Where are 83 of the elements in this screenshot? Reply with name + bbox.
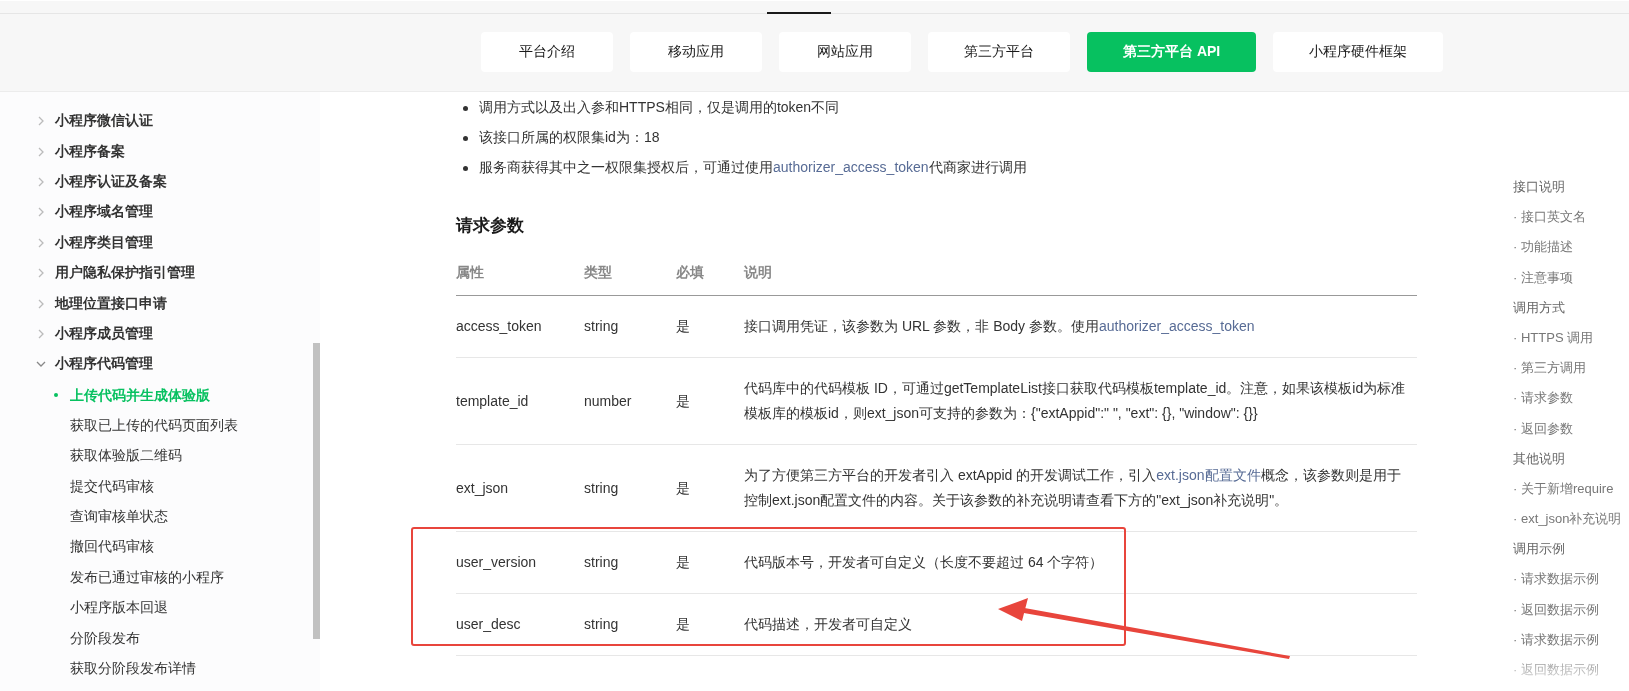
description-text: 代码描述，开发者可自定义 xyxy=(744,616,912,632)
table-cell: string xyxy=(584,318,619,334)
sidebar-group[interactable]: 小程序代码管理 xyxy=(0,349,305,380)
table-cell: 是 xyxy=(676,318,690,334)
chevron-icon xyxy=(36,298,46,309)
table-cell: user_version xyxy=(456,554,537,570)
sidebar-group[interactable]: 小程序备案 xyxy=(0,136,305,167)
bullet-icon xyxy=(463,165,468,171)
sidebar-group[interactable]: 用户隐私保护指引管理 xyxy=(0,257,305,289)
table-cell: 是 xyxy=(676,479,690,496)
chevron-icon xyxy=(36,268,46,279)
nav-tab[interactable]: 第三方平台 xyxy=(928,32,1070,72)
table-cell: ext_json xyxy=(456,479,509,496)
chevron-icon xyxy=(36,176,46,187)
table-cell: 是 xyxy=(676,616,690,632)
toc-link[interactable]: · 接口英文名 xyxy=(1513,202,1629,233)
sidebar-group[interactable]: 地理位置接口申请 xyxy=(0,288,305,319)
sidebar-item[interactable]: 撤回代码审核 xyxy=(0,531,305,562)
nav-tab[interactable]: 移动应用 xyxy=(630,32,762,72)
chevron-icon xyxy=(36,237,46,248)
toc-link[interactable]: · ext_json补充说明 xyxy=(1513,504,1629,535)
toc-link[interactable]: · 关于新增require xyxy=(1513,473,1629,505)
toc-link[interactable]: 调用示例 xyxy=(1513,534,1629,565)
nav-tab[interactable]: 小程序硬件框架 xyxy=(1273,32,1444,72)
table-cell: 是 xyxy=(676,554,690,570)
column-header: 属性 xyxy=(456,263,484,280)
note-text: 服务商获得其中之一权限集授权后，可通过使用authorizer_access_token代商家进行调用 xyxy=(479,159,1027,177)
scrollbar[interactable] xyxy=(313,343,320,639)
table-cell: string xyxy=(584,554,619,570)
link[interactable]: authorizer_access_token xyxy=(1098,318,1255,334)
description-text: 为了方便第三方平台的开发者引入 extAppid 的开发调试工作，引入ext.json配置文件概念，该参数则是用于控制ext.json配置文件的内容。关于该参数的补充说明请查看下方的"ext_json补充说明"。 xyxy=(744,467,1401,508)
sidebar-group[interactable]: 小程序微信认证 xyxy=(0,106,305,137)
sidebar-item[interactable]: 小程序版本回退 xyxy=(0,592,305,623)
toc-link[interactable]: · 请求数据示例 xyxy=(1513,564,1629,595)
sidebar-item[interactable]: 发布已通过审核的小程序 xyxy=(0,561,305,593)
table-cell: number xyxy=(584,392,632,409)
toc-link[interactable]: 接口说明 xyxy=(1513,172,1629,203)
chevron-icon xyxy=(36,116,46,127)
toc-link[interactable]: · 返回数据示例 xyxy=(1513,594,1629,625)
tab-indicator xyxy=(767,12,831,14)
table-cell: access_token xyxy=(456,318,542,334)
bullet-icon xyxy=(463,135,468,141)
column-header: 说明 xyxy=(744,263,772,280)
sidebar-group[interactable]: 小程序域名管理 xyxy=(0,197,305,228)
toc-link[interactable]: 其他说明 xyxy=(1513,443,1629,474)
section-title: 请求参数 xyxy=(456,215,525,237)
chevron-icon xyxy=(36,146,46,157)
toc-link[interactable]: · 功能描述 xyxy=(1513,232,1629,263)
column-header: 必填 xyxy=(676,263,704,280)
sidebar-item[interactable]: 提交代码审核 xyxy=(0,470,305,502)
description-text: 代码库中的代码模板 ID，可通过getTemplateList接口获取代码模板template_id。注意，如果该模板id为标准模板库的模板id，则ext_json可支持的参数为：{"extAppid":" ", "ext": {}, "window": {}} xyxy=(744,380,1406,421)
sidebar-group[interactable]: 小程序成员管理 xyxy=(0,318,305,350)
nav-tab[interactable]: 网站应用 xyxy=(779,32,911,72)
toc-link[interactable]: · 注意事项 xyxy=(1513,262,1629,293)
table-cell: string xyxy=(584,479,619,496)
sidebar-item[interactable]: 分阶段发布 xyxy=(0,622,305,654)
chevron-icon xyxy=(36,328,46,339)
note-text: 调用方式以及出入参和HTTPS相同，仅是调用的token不同 xyxy=(479,99,840,117)
sidebar-item[interactable]: 查询审核单状态 xyxy=(0,501,305,532)
toc-link[interactable]: · HTTPS 调用 xyxy=(1513,322,1629,354)
link[interactable]: authorizer_access_token xyxy=(773,159,929,175)
toc-link[interactable]: · 第三方调用 xyxy=(1513,353,1629,384)
description-text: 代码版本号，开发者可自定义（长度不要超过 64 个字符） xyxy=(744,554,1104,570)
link[interactable]: ext.json配置文件 xyxy=(1156,467,1261,483)
toc-link[interactable]: · 返回参数 xyxy=(1513,413,1629,444)
note-text: 该接口所属的权限集id为：18 xyxy=(479,129,660,147)
sidebar-item[interactable]: 获取分阶段发布详情 xyxy=(0,653,305,684)
bullet-icon xyxy=(463,105,468,111)
nav-tab[interactable]: 平台介绍 xyxy=(481,32,613,72)
table-cell: template_id xyxy=(456,392,529,409)
sidebar-item[interactable]: 获取体验版二维码 xyxy=(0,440,305,471)
column-header: 类型 xyxy=(584,263,612,280)
sidebar-group[interactable]: 小程序类目管理 xyxy=(0,227,305,258)
sidebar-item[interactable]: 获取已上传的代码页面列表 xyxy=(0,409,305,441)
description-text: 接口调用凭证，该参数为 URL 参数，非 Body 参数。使用authorizer_access_token xyxy=(744,318,1255,334)
table-cell: 是 xyxy=(676,392,690,409)
sidebar-group[interactable]: 小程序认证及备案 xyxy=(0,166,305,198)
chevron-icon xyxy=(36,207,46,218)
toc-link[interactable]: · 请求数据示例 xyxy=(1513,624,1629,655)
toc-link[interactable]: 调用方式 xyxy=(1513,292,1629,323)
toc-link[interactable]: · 请求参数 xyxy=(1513,383,1629,414)
table-cell: string xyxy=(584,616,619,632)
table-cell: user_desc xyxy=(456,616,521,632)
